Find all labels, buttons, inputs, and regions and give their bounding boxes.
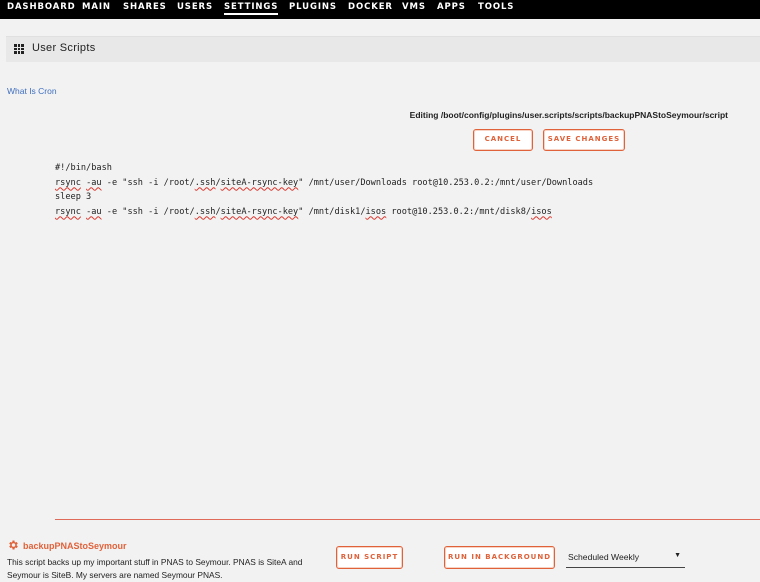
- nav-users[interactable]: USERS: [177, 2, 213, 12]
- nav-dashboard[interactable]: DASHBOARD: [7, 2, 76, 12]
- schedule-selected-value: Scheduled Weekly: [568, 552, 640, 562]
- spellcheck-token: siteA-rsync-key: [220, 177, 299, 188]
- spellcheck-token: -au: [86, 206, 102, 217]
- code-line: sleep 3: [55, 192, 92, 202]
- gear-icon: [9, 540, 18, 550]
- cancel-button[interactable]: CANCEL: [473, 129, 533, 151]
- code-line: #!/bin/bash: [55, 163, 112, 173]
- code-line: rsync -au -e "ssh -i /root/.ssh/siteA-rs…: [55, 206, 552, 217]
- page-title: User Scripts: [32, 42, 96, 54]
- top-navigation: DASHBOARD MAIN SHARES USERS SETTINGS PLU…: [0, 0, 760, 19]
- spellcheck-token: -au: [86, 177, 102, 188]
- nav-docker[interactable]: DOCKER: [348, 2, 393, 12]
- spellcheck-token: isos: [531, 206, 552, 217]
- what-is-cron-link[interactable]: What Is Cron: [7, 86, 57, 96]
- nav-settings[interactable]: SETTINGS: [224, 2, 279, 15]
- run-in-background-button[interactable]: RUN IN BACKGROUND: [444, 546, 555, 569]
- script-description: This script backs up my important stuff …: [7, 557, 303, 580]
- nav-apps[interactable]: APPS: [437, 2, 466, 12]
- spellcheck-token: rsync: [55, 177, 81, 188]
- chevron-down-icon: ▼: [674, 552, 681, 559]
- editing-path-label: Editing /boot/config/plugins/user.script…: [409, 110, 728, 120]
- nav-main[interactable]: MAIN: [82, 2, 111, 12]
- spellcheck-token: .ssh: [194, 206, 216, 217]
- nav-vms[interactable]: VMS: [402, 2, 426, 12]
- script-editor[interactable]: #!/bin/bash rsync -au -e "ssh -i /root/.…: [55, 161, 760, 520]
- schedule-select[interactable]: Scheduled Weekly ▼: [566, 549, 685, 568]
- spellcheck-token: rsync: [55, 206, 81, 217]
- page-title-bar: User Scripts: [6, 36, 760, 62]
- save-changes-button[interactable]: SAVE CHANGES: [543, 129, 625, 151]
- grid-icon: [14, 44, 24, 54]
- script-name-link[interactable]: backupPNAStoSeymour: [23, 541, 127, 551]
- nav-tools[interactable]: TOOLS: [478, 2, 514, 12]
- spellcheck-token: siteA-rsync-key: [220, 206, 299, 217]
- run-script-button[interactable]: RUN SCRIPT: [336, 546, 403, 569]
- spellcheck-token: isos: [365, 206, 387, 217]
- nav-shares[interactable]: SHARES: [123, 2, 167, 12]
- nav-plugins[interactable]: PLUGINS: [289, 2, 337, 12]
- code-line: rsync -au -e "ssh -i /root/.ssh/siteA-rs…: [55, 177, 594, 188]
- spellcheck-token: .ssh: [194, 177, 216, 188]
